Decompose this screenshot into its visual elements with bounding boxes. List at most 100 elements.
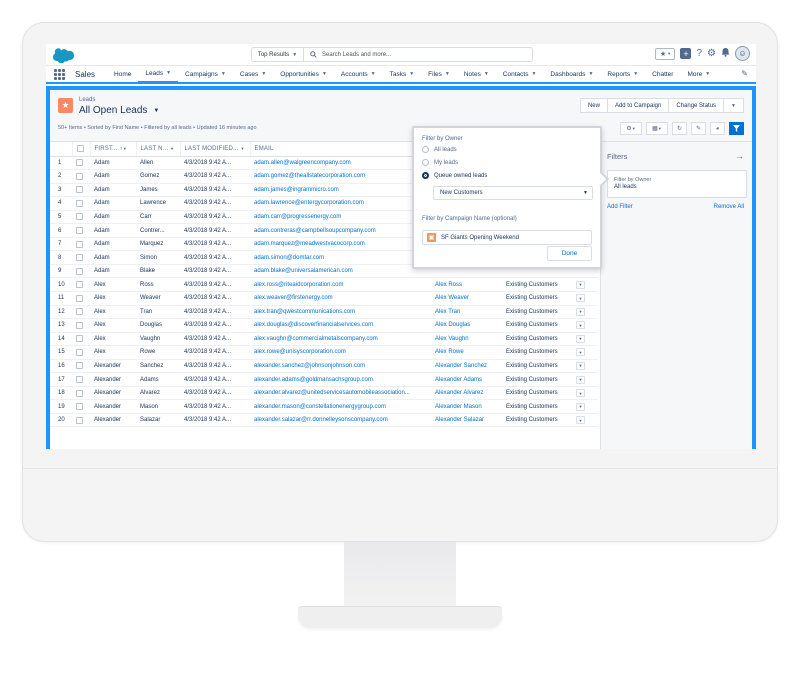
row-checkbox[interactable]	[76, 321, 83, 329]
row-select-cell[interactable]	[72, 318, 90, 333]
chevron-down-icon[interactable]: ▼	[261, 71, 266, 77]
new-button[interactable]: New	[579, 98, 608, 113]
row-select-cell[interactable]	[72, 183, 90, 198]
row-checkbox[interactable]	[76, 254, 83, 262]
row-select-cell[interactable]	[72, 345, 90, 360]
cell-email-link[interactable]: adam.allen@walgreencompany.com	[250, 156, 431, 171]
chevron-down-icon[interactable]: ▼	[409, 71, 414, 77]
cell-email-link[interactable]: adam.gomez@theallstatecorporation.com	[250, 169, 431, 184]
cell-owner-link[interactable]: Alex Tran	[431, 305, 502, 320]
refresh-button[interactable]: ↻	[672, 122, 687, 135]
row-checkbox[interactable]	[76, 403, 83, 411]
row-action-menu-button[interactable]: ▼	[576, 294, 585, 303]
row-select-cell[interactable]	[72, 332, 90, 347]
radio-queue-owned-leads[interactable]: Queue owned leads	[422, 172, 487, 179]
nav-tab-more[interactable]: More ▼	[680, 66, 717, 82]
row-checkbox[interactable]	[76, 159, 83, 167]
column-header-email[interactable]: EMAIL	[250, 142, 432, 157]
table-row[interactable]: 11 Alex Weaver 4/3/2018 9:42 A... alex.weave…	[50, 291, 598, 306]
row-action-menu-button[interactable]: ▼	[576, 348, 585, 357]
row-checkbox[interactable]	[76, 240, 83, 248]
row-select-cell[interactable]	[72, 237, 90, 252]
chevron-down-icon[interactable]: ▼	[322, 71, 327, 77]
cell-email-link[interactable]: alex.weaver@firstenergy.com	[250, 291, 431, 306]
nav-tab-home[interactable]: Home	[107, 66, 138, 82]
nav-tab-reports[interactable]: Reports ▼	[600, 66, 645, 82]
cell-email-link[interactable]: alex.tran@qwestcommunications.com	[250, 305, 431, 320]
cell-email-link[interactable]: adam.lawrence@entergycorporation.com	[250, 196, 431, 211]
chevron-down-icon[interactable]: ▼	[221, 71, 226, 77]
table-row[interactable]: 20 Alexander Salazar 4/3/2018 9:42 A... alex…	[50, 413, 598, 428]
nav-tab-opportunities[interactable]: Opportunities ▼	[273, 66, 334, 82]
cell-owner-link[interactable]: Alex Ross	[431, 277, 502, 292]
row-select-cell[interactable]	[72, 386, 90, 401]
cell-owner-link[interactable]: Alex Rowe	[431, 345, 502, 360]
row-checkbox[interactable]	[76, 416, 83, 424]
row-checkbox[interactable]	[76, 335, 83, 343]
cell-owner-link[interactable]: Alexander Mason	[431, 399, 502, 414]
cell-email-link[interactable]: adam.marquez@meadwestvacocorp.com	[250, 237, 431, 252]
row-select-cell[interactable]	[72, 413, 90, 428]
row-select-cell[interactable]	[72, 277, 90, 292]
app-launcher-icon[interactable]	[54, 68, 66, 80]
row-checkbox[interactable]	[76, 294, 83, 302]
chevron-down-icon[interactable]: ▼	[531, 71, 536, 77]
table-row[interactable]: 19 Alexander Mason 4/3/2018 9:42 A... alexan…	[50, 399, 598, 414]
table-row[interactable]: 14 Alex Vaughn 4/3/2018 9:42 A... alex.vaugh…	[50, 332, 598, 347]
cell-email-link[interactable]: alexander.salazar@rr.donnelleysonscompan…	[250, 413, 431, 428]
row-action-menu-button[interactable]: ▼	[576, 375, 585, 384]
cell-email-link[interactable]: alex.douglas@discoverfinancialservices.c…	[250, 318, 431, 333]
cell-owner-link[interactable]: Alexander Salazar	[431, 413, 502, 428]
row-checkbox[interactable]	[76, 172, 83, 180]
list-view-selector[interactable]: All Open Leads ▼	[79, 105, 159, 116]
table-row[interactable]: 17 Alexander Adams 4/3/2018 9:42 A... alexan…	[50, 372, 598, 387]
nav-tab-contacts[interactable]: Contacts ▼	[496, 66, 544, 82]
radio-button[interactable]	[422, 146, 429, 153]
nav-tab-dashboards[interactable]: Dashboards ▼	[543, 66, 600, 82]
chevron-down-icon[interactable]: ▼	[588, 71, 593, 77]
cell-email-link[interactable]: adam.blake@universalamerican.com	[250, 264, 431, 279]
cell-email-link[interactable]: alex.vaughn@commercialmetalscompany.com	[250, 332, 431, 347]
cell-email-link[interactable]: alexander.adams@goldmansachsgroup.com	[250, 372, 431, 387]
help-icon[interactable]: ?	[696, 48, 702, 59]
edit-list-button[interactable]: ✎	[691, 122, 706, 135]
row-checkbox[interactable]	[76, 389, 83, 397]
row-checkbox[interactable]	[76, 186, 83, 194]
filter-owner-item[interactable]: Filter by Owner All leads	[607, 170, 747, 198]
row-action-menu-button[interactable]: ▼	[576, 361, 585, 370]
global-actions-icon[interactable]: +	[680, 48, 692, 59]
nav-tab-accounts[interactable]: Accounts ▼	[334, 66, 383, 82]
cell-owner-link[interactable]: Alex Douglas	[431, 318, 502, 333]
nav-tab-cases[interactable]: Cases ▼	[233, 66, 273, 82]
cell-email-link[interactable]: adam.contreras@campbellsoupcompany.com	[250, 223, 431, 238]
table-row[interactable]: 15 Alex Rowe 4/3/2018 9:42 A... alex.rowe@un…	[50, 345, 598, 360]
radio-all-leads[interactable]: All leads	[422, 146, 457, 153]
table-row[interactable]: 12 Alex Tran 4/3/2018 9:42 A... alex.tran@qw…	[50, 305, 598, 320]
row-select-cell[interactable]	[72, 169, 90, 184]
chevron-down-icon[interactable]: ▼	[371, 71, 376, 77]
chevron-down-icon[interactable]: ▼	[705, 71, 710, 77]
arrow-right-icon[interactable]: →	[735, 151, 744, 161]
row-action-menu-button[interactable]: ▼	[576, 416, 585, 425]
row-checkbox[interactable]	[76, 199, 83, 207]
add-to-campaign-button[interactable]: Add to Campaign	[607, 98, 670, 113]
row-checkbox[interactable]	[76, 362, 83, 370]
nav-tab-campaigns[interactable]: Campaigns ▼	[178, 66, 233, 82]
search-input[interactable]: Search Leads and more...	[304, 51, 532, 58]
cell-email-link[interactable]: adam.carr@progressenergy.com	[250, 210, 431, 225]
cell-email-link[interactable]: adam.james@ingrammicro.com	[250, 183, 431, 198]
nav-tab-files[interactable]: Files ▼	[421, 66, 457, 82]
row-select-cell[interactable]	[72, 156, 90, 171]
search-scope-select[interactable]: Top Results ▼	[252, 48, 304, 61]
row-select-cell[interactable]	[72, 359, 90, 374]
gear-icon[interactable]: ⚙	[707, 48, 716, 59]
edit-nav-pencil-icon[interactable]: ✎	[741, 69, 748, 78]
row-action-menu-button[interactable]: ▼	[576, 321, 585, 330]
display-as-button[interactable]: ▦ ▼	[646, 122, 668, 135]
row-select-cell[interactable]	[72, 305, 90, 320]
cell-owner-link[interactable]: Alex Vaughn	[431, 332, 502, 347]
radio-button[interactable]	[422, 159, 429, 166]
row-checkbox[interactable]	[76, 348, 83, 356]
cell-email-link[interactable]: alex.ross@riteaidcorporation.com	[250, 277, 431, 292]
add-filter-link[interactable]: Add Filter	[607, 204, 633, 210]
